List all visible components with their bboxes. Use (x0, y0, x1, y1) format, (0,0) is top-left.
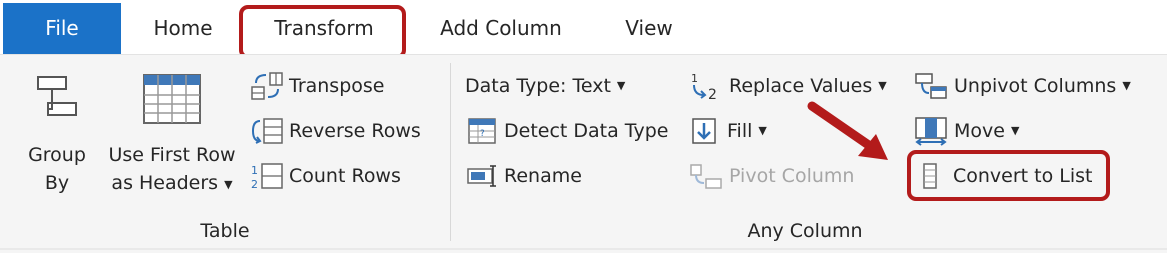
svg-text:1: 1 (691, 72, 698, 85)
chevron-down-icon: ▼ (878, 78, 887, 92)
convert-to-list-highlight (907, 150, 1110, 201)
table-group-label: Table (200, 220, 250, 242)
transpose-button[interactable]: Transpose (250, 71, 384, 101)
group-by-label-line2: By (44, 172, 70, 194)
detect-data-type-button[interactable]: ? Detect Data Type (465, 116, 668, 146)
fill-label: Fill (727, 120, 753, 142)
use-first-row-as-headers-button[interactable]: Use First Row as Headers ▼ (100, 73, 244, 200)
any-column-group-label: Any Column (747, 220, 863, 242)
chevron-down-icon: ▼ (616, 78, 626, 92)
transform-tab-highlight (239, 5, 406, 59)
count-rows-label: Count Rows (289, 165, 401, 187)
pivot-column-label: Pivot Column (729, 165, 855, 187)
chevron-down-icon: ▼ (1010, 123, 1020, 137)
transpose-icon (251, 72, 283, 100)
ribbon-tab-bar: File Home Transform Add Column View (0, 3, 1167, 59)
data-type-label: Data Type: Text (465, 75, 611, 97)
reverse-rows-button[interactable]: Reverse Rows (250, 116, 421, 146)
group-separator (450, 63, 451, 241)
tab-add-column[interactable]: Add Column (436, 3, 566, 54)
fill-button[interactable]: Fill ▼ (690, 116, 767, 146)
svg-text:2: 2 (251, 178, 258, 191)
replace-values-button[interactable]: 1 2 Replace Values ▼ (688, 71, 887, 101)
table-header-icon (143, 74, 201, 124)
move-label: Move (954, 120, 1005, 142)
replace-values-icon: 1 2 (691, 72, 717, 101)
pivot-column-icon (690, 164, 722, 189)
unpivot-columns-icon (915, 73, 947, 99)
tab-home[interactable]: Home (148, 3, 218, 54)
use-first-row-label-line1: Use First Row (108, 144, 236, 166)
ribbon: File Home Transform Add Column View Grou… (0, 0, 1167, 253)
chevron-down-icon: ▼ (1122, 78, 1131, 92)
tab-file[interactable]: File (3, 3, 121, 54)
unpivot-columns-button[interactable]: Unpivot Columns ▼ (913, 71, 1131, 101)
fill-down-icon (692, 118, 716, 144)
red-arrow-icon (807, 101, 888, 160)
transpose-label: Transpose (289, 75, 385, 97)
detect-data-type-icon: ? (468, 118, 496, 144)
replace-values-label: Replace Values (729, 75, 873, 97)
svg-text:1: 1 (251, 164, 258, 177)
group-by-button[interactable]: Group By (18, 73, 96, 197)
move-button[interactable]: Move ▼ (913, 116, 1019, 146)
group-by-icon (37, 76, 77, 116)
data-type-dropdown[interactable]: Data Type: Text ▼ (465, 71, 625, 101)
rename-label: Rename (504, 165, 582, 187)
reverse-rows-label: Reverse Rows (289, 120, 421, 142)
group-by-label-line1: Group (28, 144, 86, 166)
svg-text:?: ? (480, 129, 485, 139)
ribbon-bottom-border (0, 248, 1167, 250)
detect-data-type-label: Detect Data Type (504, 120, 669, 142)
chevron-down-icon: ▼ (758, 123, 767, 137)
reverse-rows-icon (251, 118, 283, 144)
tab-view[interactable]: View (620, 3, 678, 54)
unpivot-columns-label: Unpivot Columns (954, 75, 1117, 97)
rename-button[interactable]: Rename (465, 161, 582, 191)
move-icon (915, 117, 947, 146)
rename-icon (467, 165, 496, 187)
chevron-down-icon: ▼ (224, 178, 233, 191)
count-rows-button[interactable]: 1 2 Count Rows (250, 161, 401, 191)
svg-text:2: 2 (708, 87, 717, 101)
use-first-row-label-line2: as Headers (111, 172, 219, 194)
count-rows-icon: 1 2 (251, 163, 283, 191)
